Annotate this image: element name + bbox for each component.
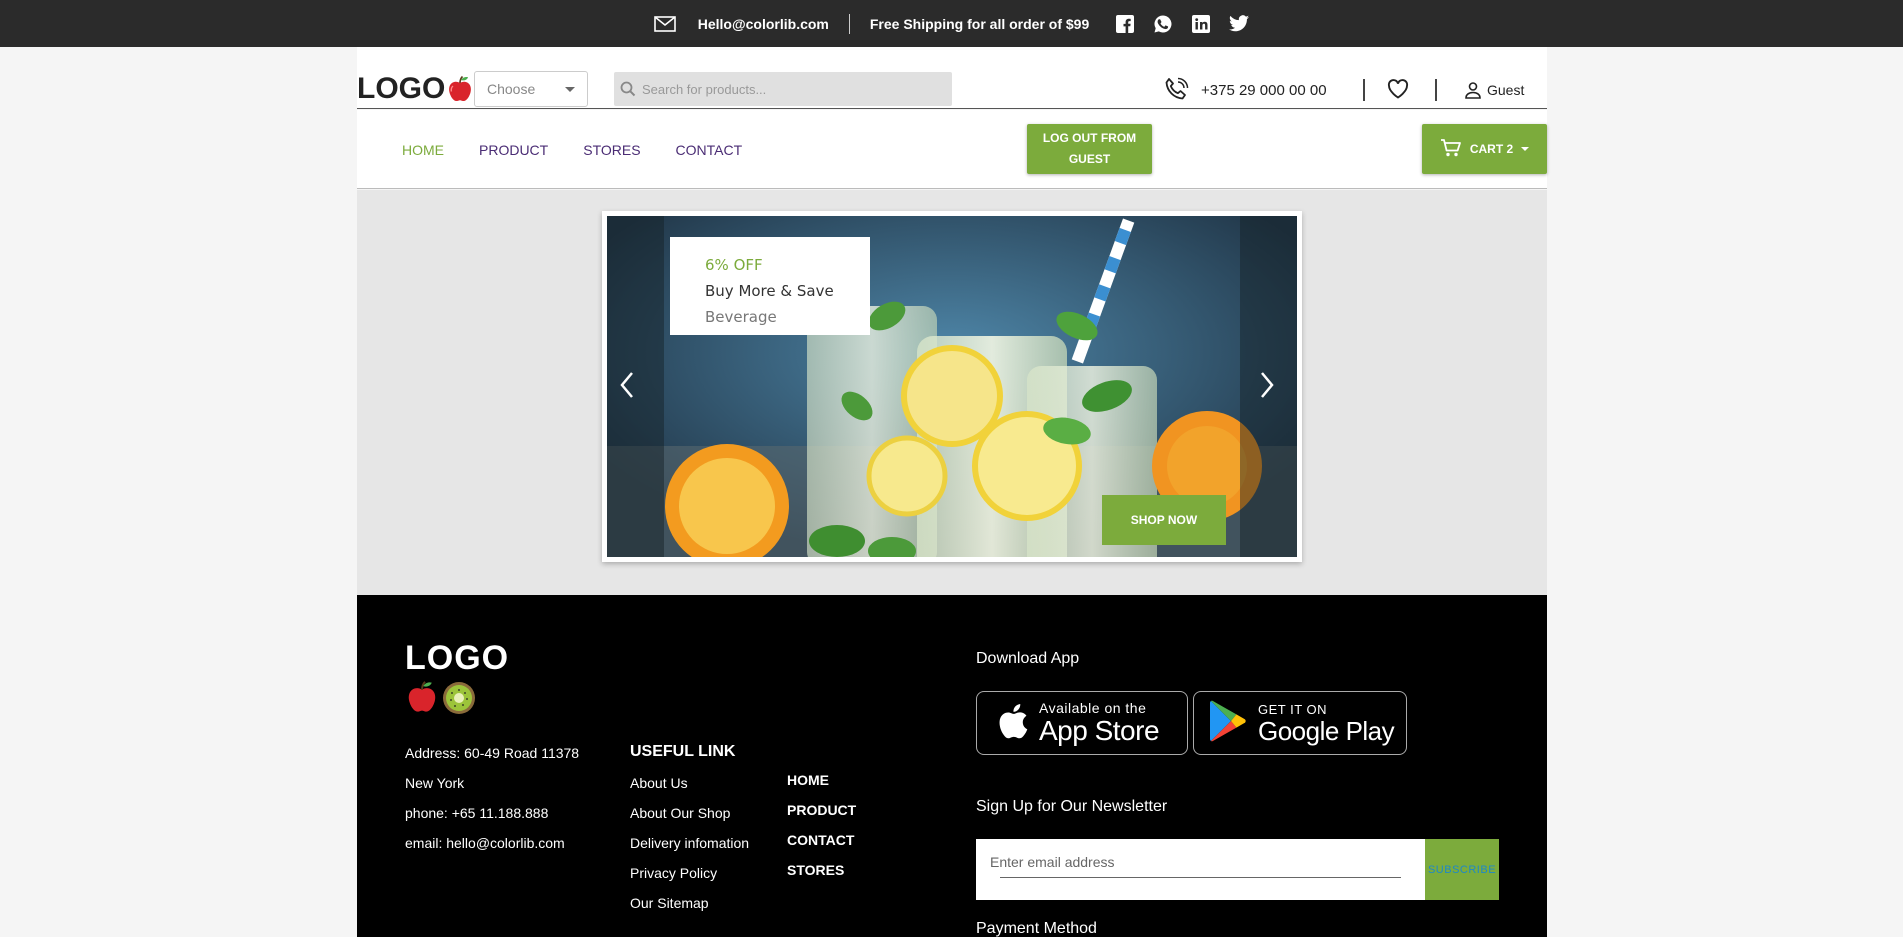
footer-address-2: New York [405, 775, 465, 791]
google-play-small: GET IT ON [1258, 701, 1328, 717]
shop-now-button[interactable]: SHOP NOW [1102, 495, 1226, 545]
google-play-icon [1208, 699, 1248, 748]
chevron-left-icon[interactable] [619, 371, 635, 399]
divider [1363, 79, 1365, 101]
header: LOGO Choose Search for products... +375 … [357, 47, 1547, 109]
divider [848, 13, 850, 34]
chevron-down-icon [565, 87, 575, 92]
carousel-overlay-left [607, 216, 664, 557]
apple-icon [405, 680, 439, 721]
phone-number: +375 29 000 00 00 [1201, 81, 1327, 99]
carousel-slide: 6% OFF Buy More & Save Beverage SHOP NOW [607, 216, 1297, 557]
footer-contact: Address: 60-49 Road 11378 New York phone… [405, 738, 579, 858]
footer-link-delivery[interactable]: Delivery infomation [630, 828, 749, 858]
footer-link-sitemap[interactable]: Our Sitemap [630, 888, 749, 918]
footer-nav: HOME PRODUCT CONTACT STORES [787, 765, 856, 885]
promo-category: Beverage [705, 308, 777, 326]
category-select-value: Choose [487, 81, 536, 97]
linkedin-icon[interactable] [1191, 14, 1211, 34]
kiwi-icon [441, 680, 477, 721]
nav-stores[interactable]: STORES [583, 142, 640, 158]
useful-links-title: USEFUL LINK [630, 743, 736, 760]
search-placeholder: Search for products... [642, 81, 767, 97]
account-label: Guest [1487, 82, 1525, 98]
search-icon [620, 81, 636, 97]
top-email[interactable]: Hello@colorlib.com [698, 16, 829, 32]
heart-icon[interactable] [1387, 79, 1409, 99]
promo-title: Buy More & Save [705, 282, 834, 300]
twitter-icon[interactable] [1229, 14, 1250, 34]
logout-button[interactable]: LOG OUT FROM GUEST [1027, 124, 1152, 174]
footer-phone: phone: +65 11.188.888 [405, 805, 549, 821]
category-select[interactable]: Choose [474, 71, 588, 107]
promo-card: 6% OFF Buy More & Save Beverage [670, 237, 870, 335]
main-nav: HOME PRODUCT STORES CONTACT LOG OUT FROM… [357, 110, 1547, 189]
top-bar: Hello@colorlib.com Free Shipping for all… [0, 0, 1903, 47]
payment-method-title: Payment Method [976, 920, 1097, 937]
cart-label: CART 2 [1469, 142, 1514, 156]
app-store-big: App Store [1039, 715, 1160, 746]
useful-links: About Us About Our Shop Delivery infomat… [630, 768, 749, 918]
download-app-title: Download App [976, 650, 1080, 667]
facebook-icon[interactable] [1115, 14, 1135, 34]
footer-email: email: hello@colorlib.com [405, 835, 565, 851]
mail-icon [653, 15, 676, 32]
footer-link-about-shop[interactable]: About Our Shop [630, 798, 749, 828]
shipping-notice: Free Shipping for all order of $99 [869, 15, 1090, 32]
nav-contact[interactable]: CONTACT [676, 142, 743, 158]
chevron-down-icon [1521, 147, 1530, 151]
newsletter-form: Enter email address SUBSCRIBE [976, 839, 1499, 900]
search-input[interactable]: Search for products... [614, 72, 952, 106]
newsletter-email-placeholder: Enter email address [990, 854, 1115, 870]
nav-home[interactable]: HOME [402, 142, 444, 158]
footer-nav-home[interactable]: HOME [787, 765, 856, 795]
hero-section: 6% OFF Buy More & Save Beverage SHOP NOW [357, 190, 1547, 595]
social-links [1115, 14, 1250, 34]
footer-address-1: Address: 60-49 Road 11378 [405, 745, 580, 761]
apple-logo-icon [995, 701, 1029, 746]
footer-logo[interactable]: LOGO [405, 639, 509, 678]
whatsapp-icon[interactable] [1153, 14, 1173, 34]
phone-icon [1163, 77, 1189, 103]
footer: LOGO Address: 60-49 Road 11378 New York … [357, 595, 1547, 937]
phone-contact[interactable]: +375 29 000 00 00 [1163, 77, 1327, 103]
logo-text: LOGO [357, 72, 446, 105]
google-play-big: Google Play [1258, 715, 1395, 746]
app-store-small: Available on the [1039, 700, 1147, 716]
input-underline [1000, 877, 1401, 878]
footer-link-privacy[interactable]: Privacy Policy [630, 858, 749, 888]
divider [1435, 79, 1437, 101]
user-icon [1464, 81, 1482, 99]
cart-icon [1440, 138, 1462, 161]
app-store-button[interactable]: Available on the App Store [976, 691, 1188, 755]
chevron-right-icon[interactable] [1259, 371, 1275, 399]
google-play-button[interactable]: GET IT ON Google Play [1193, 691, 1407, 755]
newsletter-title: Sign Up for Our Newsletter [976, 798, 1168, 815]
apple-icon [447, 75, 473, 103]
logo[interactable]: LOGO [357, 72, 473, 106]
hero-carousel: 6% OFF Buy More & Save Beverage SHOP NOW [602, 211, 1302, 562]
nav-product[interactable]: PRODUCT [479, 142, 548, 158]
footer-link-about-us[interactable]: About Us [630, 768, 749, 798]
subscribe-button[interactable]: SUBSCRIBE [1425, 839, 1499, 900]
cart-button[interactable]: CART 2 [1422, 124, 1547, 174]
footer-nav-product[interactable]: PRODUCT [787, 795, 856, 825]
promo-discount: 6% OFF [705, 256, 763, 274]
footer-nav-contact[interactable]: CONTACT [787, 825, 856, 855]
footer-nav-stores[interactable]: STORES [787, 855, 856, 885]
footer-logo-fruits [405, 680, 477, 721]
newsletter-email-input[interactable]: Enter email address [976, 839, 1425, 900]
nav-links: HOME PRODUCT STORES CONTACT [402, 142, 742, 158]
account-menu[interactable]: Guest [1464, 81, 1524, 99]
